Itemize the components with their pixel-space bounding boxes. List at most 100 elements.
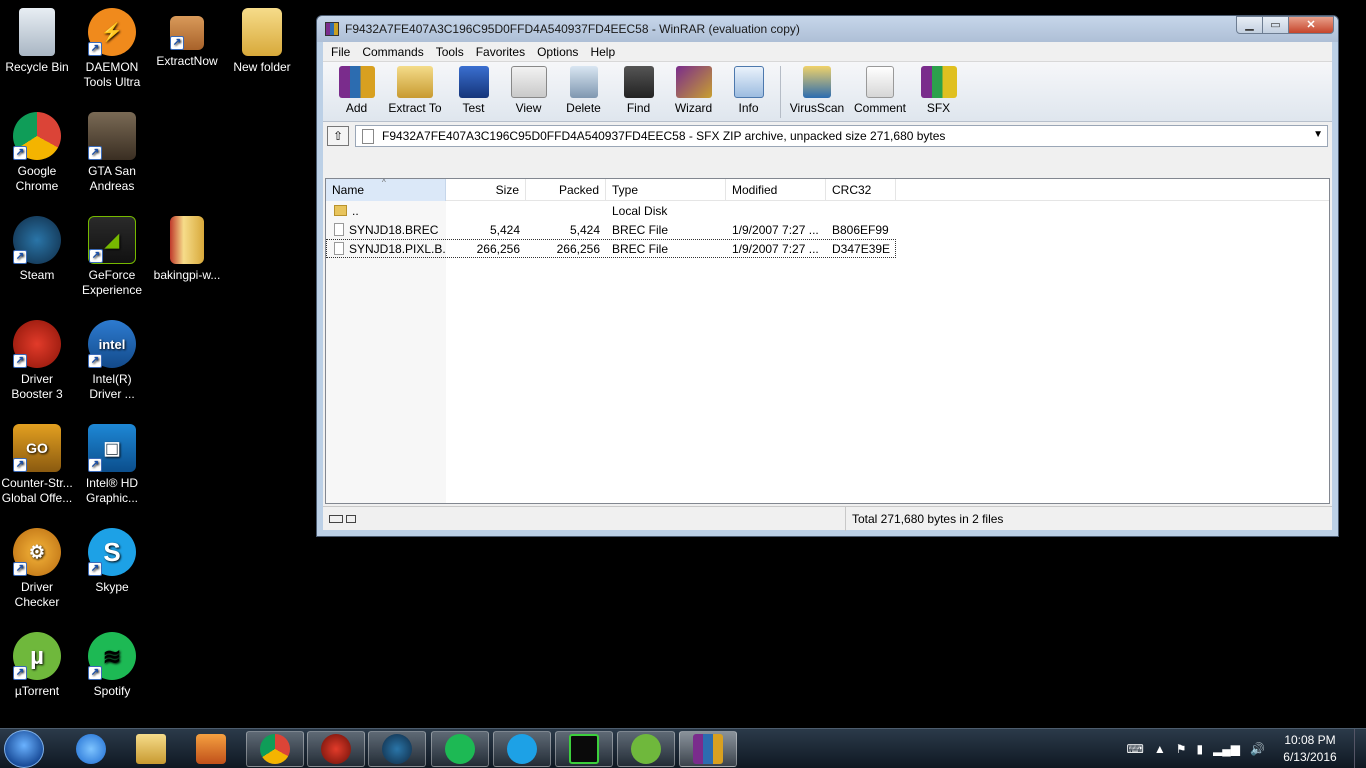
table-row[interactable]: SYNJD18.BREC 5,424 5,424 BREC File 1/9/2… <box>326 220 1329 239</box>
desktop-icon-extractnow[interactable]: ↗ ExtractNow <box>150 8 224 69</box>
column-header-size[interactable]: Size <box>446 179 526 201</box>
desktop-icon-label: bakingpi-w... <box>153 268 221 282</box>
chevron-down-icon[interactable]: ▼ <box>1313 129 1323 140</box>
desktop-icon-driver-booster[interactable]: ↗ Driver Booster 3 <box>0 320 74 402</box>
shortcut-arrow-icon: ↗ <box>13 562 27 576</box>
extract-to-button[interactable]: Extract To <box>384 62 446 115</box>
menu-favorites[interactable]: Favorites <box>470 45 531 59</box>
desktop-icon-new-folder[interactable]: New folder <box>225 8 299 75</box>
network-signal-icon[interactable]: ▂▄▆ <box>1213 742 1240 756</box>
desktop-icon-label: Spotify <box>93 684 131 698</box>
taskbar-file-explorer[interactable] <box>122 731 180 767</box>
file-list-header: Name ^ Size Packed Type Modified CRC32 <box>326 178 1329 201</box>
show-desktop-button[interactable] <box>1354 729 1366 768</box>
desktop-icon-google-chrome[interactable]: ↗ Google Chrome <box>0 112 74 194</box>
keyboard-icon[interactable]: ⌨ <box>1126 742 1143 756</box>
desktop-icon-skype[interactable]: S ↗ Skype <box>75 528 149 595</box>
test-button[interactable]: Test <box>446 62 501 115</box>
archive-path-field[interactable]: F9432A7FE407A3C196C95D0FFD4A540937FD4EEC… <box>355 125 1328 147</box>
recycle-bin-icon <box>19 8 55 56</box>
file-list[interactable]: Name ^ Size Packed Type Modified CRC32 .… <box>325 178 1330 504</box>
test-book-icon <box>458 66 489 98</box>
table-row[interactable]: SYNJD18.PIXL.B... 266,256 266,256 BREC F… <box>326 239 896 258</box>
taskbar-media-player[interactable] <box>182 731 240 767</box>
desktop-icon-bakingpi[interactable]: bakingpi-w... <box>150 216 224 283</box>
up-one-level-button[interactable]: ⇧ <box>327 126 349 146</box>
add-button[interactable]: Add <box>329 62 384 115</box>
csgo-icon: GO ↗ <box>13 424 61 472</box>
taskbar-driver-booster[interactable] <box>307 731 365 767</box>
desktop-icon-steam[interactable]: ↗ Steam <box>0 216 74 283</box>
column-header-name[interactable]: Name <box>326 179 446 201</box>
row-type: BREC File <box>612 223 669 237</box>
taskbar-steam[interactable] <box>368 731 426 767</box>
find-button[interactable]: Find <box>611 62 666 115</box>
desktop-icon-gta[interactable]: ↗ GTA San Andreas <box>75 112 149 194</box>
usb-device-icon[interactable]: ▮ <box>1196 742 1203 756</box>
chrome-icon <box>260 734 290 764</box>
desktop-icon-intel-hd[interactable]: ▣ ↗ Intel® HD Graphic... <box>75 424 149 506</box>
virusscan-button[interactable]: VirusScan <box>785 62 849 115</box>
delete-bin-icon <box>569 66 598 98</box>
virusscan-label: VirusScan <box>789 101 845 115</box>
file-icon <box>334 242 344 255</box>
column-header-modified[interactable]: Modified <box>726 179 826 201</box>
show-hidden-icons-icon[interactable]: ▲ <box>1154 742 1166 756</box>
shortcut-arrow-icon: ↗ <box>170 36 184 50</box>
winrar-app-icon[interactable] <box>325 22 339 36</box>
taskbar-internet-explorer[interactable] <box>62 731 120 767</box>
menu-help[interactable]: Help <box>584 45 621 59</box>
maximize-button[interactable]: ▭ <box>1262 16 1289 34</box>
column-header-packed[interactable]: Packed <box>526 179 606 201</box>
column-header-type[interactable]: Type <box>606 179 726 201</box>
column-header-crc32[interactable]: CRC32 <box>826 179 896 201</box>
clock[interactable]: 10:08 PM 6/13/2016 <box>1270 732 1350 766</box>
drive-icon[interactable] <box>329 514 343 523</box>
table-row[interactable]: .. Local Disk <box>326 201 1329 220</box>
minimize-button[interactable]: ▁ <box>1236 16 1263 34</box>
extract-to-label: Extract To <box>388 101 442 115</box>
view-button[interactable]: View <box>501 62 556 115</box>
comment-button[interactable]: Comment <box>849 62 911 115</box>
taskbar-winrar[interactable] <box>679 731 737 767</box>
menu-tools[interactable]: Tools <box>430 45 470 59</box>
wizard-label: Wizard <box>674 101 713 115</box>
taskbar-utorrent[interactable] <box>617 731 675 767</box>
shortcut-arrow-icon: ↗ <box>88 458 102 472</box>
taskbar-spotify[interactable] <box>431 731 489 767</box>
shortcut-arrow-icon: ↗ <box>88 146 102 160</box>
daemon-tools-icon: ⚡ ↗ <box>88 8 136 56</box>
action-center-flag-icon[interactable]: ⚑ <box>1176 742 1187 756</box>
info-button[interactable]: Info <box>721 62 776 115</box>
key-icon[interactable] <box>346 514 356 523</box>
desktop-icon-driver-checker[interactable]: ⚙ ↗ Driver Checker <box>0 528 74 610</box>
desktop-icon-daemon-tools[interactable]: ⚡ ↗ DAEMON Tools Ultra <box>75 8 149 90</box>
row-size: 5,424 <box>489 223 520 237</box>
desktop-icon-spotify[interactable]: ≋ ↗ Spotify <box>75 632 149 699</box>
menu-commands[interactable]: Commands <box>356 45 429 59</box>
wizard-button[interactable]: Wizard <box>666 62 721 115</box>
delete-button[interactable]: Delete <box>556 62 611 115</box>
close-button[interactable]: ✕ <box>1288 16 1334 34</box>
sfx-button[interactable]: SFX <box>911 62 966 115</box>
desktop-icon-intel-driver[interactable]: intel ↗ Intel(R) Driver ... <box>75 320 149 402</box>
taskbar-app-green[interactable] <box>555 731 613 767</box>
menu-options[interactable]: Options <box>531 45 584 59</box>
row-crc: D347E39E <box>832 242 891 256</box>
desktop-icon-utorrent[interactable]: µ ↗ µTorrent <box>0 632 74 699</box>
start-button[interactable] <box>4 730 44 768</box>
desktop-icon-label: Skype <box>95 580 129 594</box>
desktop-icon-recycle-bin[interactable]: Recycle Bin <box>0 8 74 75</box>
shortcut-arrow-icon: ↗ <box>13 250 27 264</box>
find-label: Find <box>626 101 651 115</box>
menu-file[interactable]: File <box>325 45 356 59</box>
shortcut-arrow-icon: ↗ <box>88 354 102 368</box>
taskbar-chrome[interactable] <box>246 731 304 767</box>
desktop-icon-label: Counter-Str... Global Offe... <box>1 476 73 505</box>
title-bar[interactable]: F9432A7FE407A3C196C95D0FFD4A540937FD4EEC… <box>317 16 1338 42</box>
desktop-icon-geforce[interactable]: ◢ ↗ GeForce Experience <box>75 216 149 298</box>
row-crc <box>826 201 896 220</box>
taskbar-skype[interactable] <box>493 731 551 767</box>
desktop-icon-csgo[interactable]: GO ↗ Counter-Str... Global Offe... <box>0 424 74 506</box>
volume-icon[interactable]: 🔊 <box>1250 742 1265 756</box>
